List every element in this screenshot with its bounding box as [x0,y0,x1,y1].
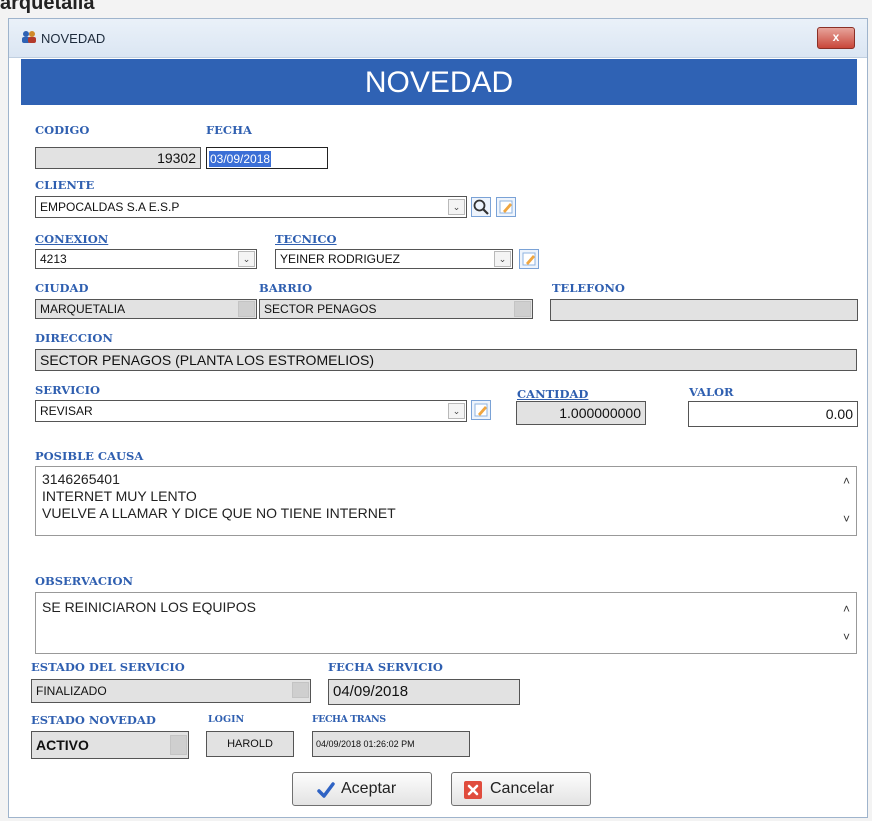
estado-novedad-value: ACTIVO [36,737,89,753]
background-text: arquetalia [0,0,95,14]
cliente-select[interactable]: EMPOCALDAS S.A E.S.P ⌄ [35,196,467,218]
scroll-down-icon[interactable]: ˅ [843,629,850,646]
chevron-down-icon [292,682,309,698]
novedad-dialog: NOVEDAD x NOVEDAD CODIGO FECHA 19302 03/… [8,18,868,818]
title-bar: NOVEDAD x [9,19,867,58]
aceptar-label: Aceptar [341,780,397,797]
edit-icon [522,252,536,266]
scroll-up-icon[interactable]: ˄ [843,601,850,618]
scroll-up-icon[interactable]: ˄ [843,473,850,490]
label-ciudad: CIUDAD [35,281,89,295]
conexion-value: 4213 [40,252,67,266]
text-line: 3146265401 [42,471,120,487]
label-telefono: TELEFONO [552,281,625,295]
label-cliente: CLIENTE [35,178,95,192]
tecnico-select[interactable]: YEINER RODRIGUEZ ⌄ [275,249,513,269]
ciudad-value: MARQUETALIA [40,302,126,316]
barrio-select: SECTOR PENAGOS [259,299,533,319]
estado-servicio-select: FINALIZADO [31,679,311,703]
label-valor: VALOR [689,385,734,399]
login-field: HAROLD [206,731,294,757]
chevron-down-icon[interactable]: ⌄ [238,251,255,267]
observacion-textarea[interactable]: SE REINICIARON LOS EQUIPOS ˄ ˅ [35,592,857,654]
label-direccion: DIRECCION [35,331,113,345]
label-fecha: FECHA [206,123,252,137]
chevron-down-icon [170,735,187,755]
text-line: SE REINICIARON LOS EQUIPOS [42,599,256,615]
chevron-down-icon[interactable]: ⌄ [448,403,465,419]
label-tecnico: TECNICO [275,232,337,246]
fecha-trans-field: 04/09/2018 01:26:02 PM [312,731,470,757]
chevron-down-icon [238,301,255,317]
window-title: NOVEDAD [41,31,106,46]
cantidad-field: 1.000000000 [516,401,646,425]
tecnico-value: YEINER RODRIGUEZ [280,252,401,266]
label-cantidad: CANTIDAD [517,387,589,401]
fecha-selected-text: 03/09/2018 [209,151,272,167]
conexion-select[interactable]: 4213 ⌄ [35,249,257,269]
close-icon: x [832,30,840,44]
barrio-value: SECTOR PENAGOS [264,302,377,316]
ciudad-select: MARQUETALIA [35,299,257,319]
codigo-field[interactable]: 19302 [35,147,201,169]
chevron-down-icon[interactable]: ⌄ [448,199,465,215]
estado-novedad-select: ACTIVO [31,731,189,759]
check-icon [317,782,335,798]
chevron-down-icon [514,301,531,317]
fecha-field[interactable]: 03/09/2018 [206,147,328,169]
estado-servicio-value: FINALIZADO [36,684,107,698]
label-codigo: CODIGO [35,123,90,137]
text-line: VUELVE A LLAMAR Y DICE QUE NO TIENE INTE… [42,505,396,521]
valor-field[interactable]: 0.00 [688,401,858,427]
chevron-down-icon[interactable]: ⌄ [494,251,511,267]
label-login: LOGIN [208,714,245,725]
aceptar-button[interactable]: Aceptar [292,772,432,806]
scroll-down-icon[interactable]: ˅ [843,511,850,528]
label-fecha-trans: FECHA TRANS [312,714,386,725]
text-line: INTERNET MUY LENTO [42,488,197,504]
telefono-field [550,299,858,321]
edit-icon [499,200,513,214]
edit-tecnico-button[interactable] [519,249,539,269]
close-button[interactable]: x [817,27,855,49]
posible-causa-textarea[interactable]: 3146265401 INTERNET MUY LENTO VUELVE A L… [35,466,857,536]
users-icon [21,30,37,44]
label-barrio: BARRIO [259,281,313,295]
label-servicio: SERVICIO [35,383,101,397]
x-icon [464,781,482,799]
magnifier-icon [473,199,489,215]
banner-title: NOVEDAD [21,59,857,105]
edit-icon [474,403,488,417]
label-conexion: CONEXION [35,232,109,246]
label-estado-novedad: ESTADO NOVEDAD [31,713,156,727]
direccion-field: SECTOR PENAGOS (PLANTA LOS ESTROMELIOS) [35,349,857,371]
edit-cliente-button[interactable] [496,197,516,217]
edit-servicio-button[interactable] [471,400,491,420]
label-posible-causa: POSIBLE CAUSA [35,449,144,463]
fecha-servicio-field: 04/09/2018 [328,679,520,705]
servicio-select[interactable]: REVISAR ⌄ [35,400,467,422]
cancelar-button[interactable]: Cancelar [451,772,591,806]
cliente-value: EMPOCALDAS S.A E.S.P [40,200,180,214]
servicio-value: REVISAR [40,404,93,418]
cancelar-label: Cancelar [490,780,555,797]
label-fecha-servicio: FECHA SERVICIO [328,660,443,674]
label-observacion: OBSERVACION [35,574,133,588]
label-estado-servicio: ESTADO DEL SERVICIO [31,660,185,674]
search-cliente-button[interactable] [471,197,491,217]
